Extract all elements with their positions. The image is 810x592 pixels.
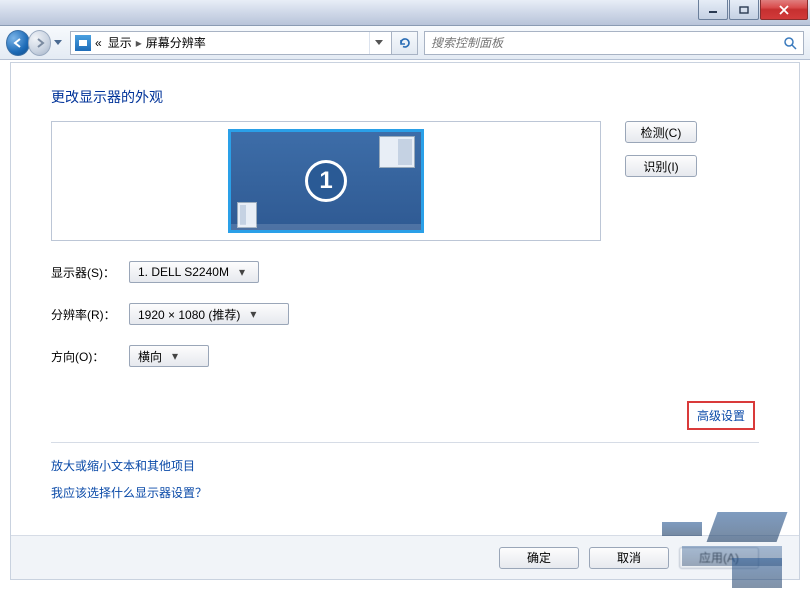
maximize-button[interactable] xyxy=(729,0,759,20)
divider xyxy=(51,442,759,443)
text-scaling-link[interactable]: 放大或缩小文本和其他项目 xyxy=(51,459,195,473)
search-icon xyxy=(783,36,797,50)
detect-button[interactable]: 检测(C) xyxy=(625,121,697,143)
back-button[interactable] xyxy=(6,30,30,56)
display-value: 1. DELL S2240M xyxy=(138,265,229,279)
dialog-footer: 确定 取消 应用(A) xyxy=(11,535,799,579)
chevron-down-icon: ▾ xyxy=(172,349,178,363)
orientation-label: 方向(O)： xyxy=(51,348,129,365)
apply-button[interactable]: 应用(A) xyxy=(679,547,759,569)
window-titlebar xyxy=(0,0,810,26)
advanced-settings-link[interactable]: 高级设置 xyxy=(697,409,745,423)
forward-button[interactable] xyxy=(28,30,52,56)
nav-buttons xyxy=(6,29,64,57)
resolution-value: 1920 × 1080 (推荐) xyxy=(138,306,240,323)
monitor-number-badge: 1 xyxy=(305,160,347,202)
chevron-down-icon: ▾ xyxy=(239,265,245,279)
nav-history-dropdown[interactable] xyxy=(51,30,64,56)
chevron-right-icon: ▸ xyxy=(132,36,146,50)
search-box[interactable] xyxy=(424,31,804,55)
display-select[interactable]: 1. DELL S2240M ▾ xyxy=(129,261,259,283)
chevron-down-icon: ▾ xyxy=(250,307,256,321)
minimize-button[interactable] xyxy=(698,0,728,20)
breadcrumb-prefix: « xyxy=(95,36,102,50)
which-settings-link[interactable]: 我应该选择什么显示器设置？ xyxy=(51,486,207,500)
control-panel-icon xyxy=(75,35,91,51)
resolution-label: 分辨率(R)： xyxy=(51,306,129,323)
page-title: 更改显示器的外观 xyxy=(51,87,759,107)
display-preview[interactable]: 1 xyxy=(51,121,601,241)
display-label: 显示器(S)： xyxy=(51,264,129,281)
preview-window-icon xyxy=(379,136,415,168)
monitor-thumbnail[interactable]: 1 xyxy=(228,129,424,233)
close-button[interactable] xyxy=(760,0,808,20)
breadcrumb-item-display[interactable]: 显示 xyxy=(108,34,132,51)
cancel-button[interactable]: 取消 xyxy=(589,547,669,569)
main-panel: 更改显示器的外观 1 检测(C) 识别(I) 显示器(S)： 1. DELL S… xyxy=(10,62,800,580)
identify-button[interactable]: 识别(I) xyxy=(625,155,697,177)
refresh-button[interactable] xyxy=(392,31,418,55)
advanced-settings-highlight: 高级设置 xyxy=(687,401,755,430)
address-breadcrumb[interactable]: « 显示 ▸ 屏幕分辨率 xyxy=(70,31,392,55)
breadcrumb-item-resolution[interactable]: 屏幕分辨率 xyxy=(146,34,206,51)
navigation-bar: « 显示 ▸ 屏幕分辨率 xyxy=(0,26,810,60)
orientation-select[interactable]: 横向 ▾ xyxy=(129,345,209,367)
preview-taskbar xyxy=(231,224,421,230)
resolution-select[interactable]: 1920 × 1080 (推荐) ▾ xyxy=(129,303,289,325)
orientation-value: 横向 xyxy=(138,348,162,365)
search-input[interactable] xyxy=(431,36,783,50)
breadcrumb-dropdown[interactable] xyxy=(369,32,387,54)
ok-button[interactable]: 确定 xyxy=(499,547,579,569)
